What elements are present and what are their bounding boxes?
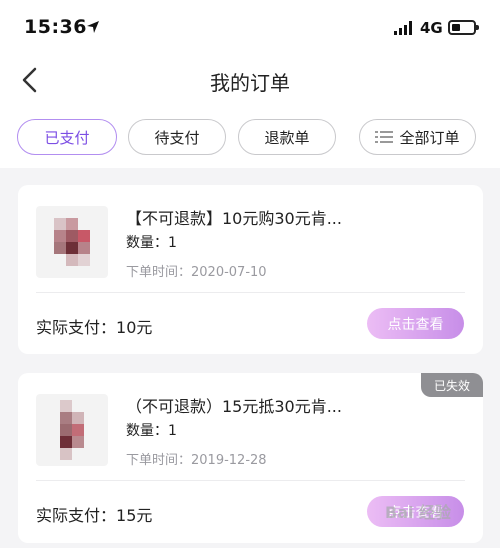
tab-paid[interactable]: 已支付: [17, 119, 117, 155]
order-card[interactable]: 【不可退款】10元购30元肯... 数量：1 下单时间：2020-07-10 实…: [18, 185, 483, 354]
tab-paid-label: 已支付: [44, 128, 90, 147]
order-quantity: 数量：1: [126, 235, 177, 251]
list-icon: [375, 131, 394, 143]
expired-badge: 已失效: [421, 373, 483, 397]
paid-amount-row: 实际支付：10元: [36, 314, 152, 338]
tab-all-orders[interactable]: 全部订单: [359, 119, 476, 155]
watermark: Bai 经验: [385, 503, 452, 522]
order-date: 下单时间：2019-12-28: [126, 453, 267, 468]
divider: [36, 480, 465, 481]
divider: [36, 292, 465, 293]
page-title: 我的订单: [210, 71, 290, 95]
product-thumbnail: [36, 394, 108, 466]
battery-icon: [448, 20, 479, 35]
tab-refund-label: 退款单: [264, 128, 310, 147]
order-quantity: 数量：1: [126, 423, 177, 439]
paid-amount: 15元: [116, 506, 153, 525]
tab-pending[interactable]: 待支付: [128, 119, 226, 155]
paid-amount-row: 实际支付：15元: [36, 502, 152, 526]
order-title: 【不可退款】10元购30元肯...: [126, 209, 342, 228]
order-title: （不可退款）15元抵30元肯...: [126, 397, 342, 416]
paid-amount: 10元: [116, 318, 153, 337]
status-time: 15:36: [24, 16, 87, 38]
order-date: 下单时间：2020-07-10: [126, 265, 267, 280]
paid-label: 实际支付：: [36, 318, 117, 337]
tab-refund[interactable]: 退款单: [238, 119, 336, 155]
paid-label: 实际支付：: [36, 506, 117, 525]
signal-icon: [394, 21, 412, 35]
network-type: 4G: [420, 19, 443, 37]
product-thumbnail: [36, 206, 108, 278]
header-area: 15:36 4G 我的订单 已支付 待支付 退款单 全部订单: [0, 0, 500, 168]
view-order-button[interactable]: 点击查看: [367, 308, 464, 339]
tab-pending-label: 待支付: [154, 128, 200, 147]
tab-all-orders-label: 全部订单: [399, 128, 460, 147]
location-arrow-icon: [87, 21, 99, 33]
